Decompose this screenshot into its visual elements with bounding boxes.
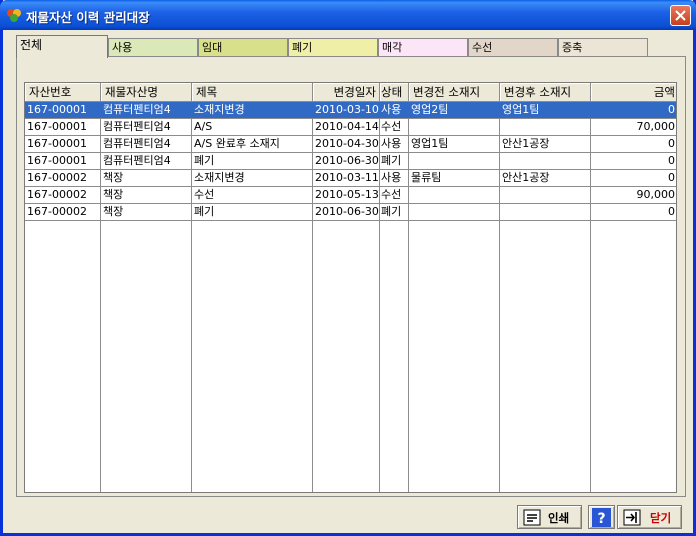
cell-location-after: [500, 119, 591, 135]
cell-asset-name: 책장: [103, 188, 124, 201]
cell-asset-no: 167-00002: [27, 171, 87, 184]
cell-amount: 0: [668, 205, 675, 218]
table-row[interactable]: 167-00001 컴퓨터펜티엄4 A/S 완료후 소재지 2010-04-30…: [25, 136, 676, 153]
cell-asset-name: 컴퓨터펜티엄4: [103, 154, 171, 167]
tab-all[interactable]: 전체: [16, 35, 108, 58]
cell-change-date: 2010-03-10: [315, 103, 379, 116]
column-header-amount[interactable]: 금액: [591, 83, 676, 102]
cell-amount: 90,000: [636, 188, 676, 201]
cell-amount: 0: [668, 137, 675, 150]
table-row[interactable]: 167-00001 컴퓨터펜티엄4 폐기 2010-06-30 폐기 0: [25, 153, 676, 170]
table-row[interactable]: 167-00001 컴퓨터펜티엄4 A/S 2010-04-14 수선 70,0…: [25, 119, 676, 136]
printer-icon: [523, 509, 541, 526]
print-button[interactable]: 인쇄: [517, 505, 582, 529]
cell-title: 소재지변경: [194, 171, 245, 184]
cell-amount: 0: [668, 154, 675, 167]
cell-location-before: 물류팀: [411, 171, 442, 184]
cell-status: 사용: [381, 137, 402, 150]
cell-location-after: 안산1공장: [502, 137, 550, 150]
cell-status: 수선: [381, 188, 402, 201]
cell-change-date: 2010-06-30: [315, 154, 379, 167]
close-button[interactable]: 닫기: [617, 505, 682, 529]
exit-icon: [623, 509, 641, 526]
tab-extension[interactable]: 증축: [558, 38, 648, 57]
cell-change-date: 2010-03-11: [315, 171, 379, 184]
column-header-change-date[interactable]: 변경일자: [313, 83, 380, 102]
cell-status: 폐기: [381, 154, 402, 167]
tab-rent[interactable]: 임대: [198, 38, 288, 57]
print-label: 인쇄: [548, 511, 570, 525]
cell-asset-name: 컴퓨터펜티엄4: [103, 137, 171, 150]
window-title: 재물자산 이력 관리대장: [26, 10, 150, 25]
cell-asset-name: 책장: [103, 205, 124, 218]
cell-location-before: [409, 204, 500, 220]
cell-asset-no: 167-00001: [27, 137, 87, 150]
cell-location-after: 안산1공장: [502, 171, 550, 184]
cell-status: 사용: [381, 103, 402, 116]
cell-title: 소재지변경: [194, 103, 245, 116]
cell-asset-no: 167-00001: [27, 154, 87, 167]
cell-location-before: [409, 119, 500, 135]
cell-title: A/S: [194, 120, 213, 133]
table-row[interactable]: 167-00002 책장 폐기 2010-06-30 폐기 0: [25, 204, 676, 221]
cell-status: 폐기: [381, 205, 402, 218]
cell-asset-name: 컴퓨터펜티엄4: [103, 120, 171, 133]
cell-asset-no: 167-00002: [27, 188, 87, 201]
cell-location-before: 영업2팀: [411, 103, 449, 116]
cell-asset-name: 컴퓨터펜티엄4: [103, 103, 171, 116]
cell-location-before: 영업1팀: [411, 137, 449, 150]
column-header-location-after[interactable]: 변경후 소재지: [500, 83, 591, 102]
history-table[interactable]: 자산번호 재물자산명 제목 변경일자 상태 변경전 소재지 변경후 소재지 금액…: [24, 82, 677, 493]
column-header-asset-name[interactable]: 재물자산명: [101, 83, 192, 102]
cell-amount: 0: [668, 171, 675, 184]
app-icon: [7, 9, 21, 22]
cell-change-date: 2010-04-30: [315, 137, 379, 150]
main-window: 재물자산 이력 관리대장 전체 사용 임대 폐기 매각 수선 증축 자산번호 재…: [0, 0, 696, 536]
cell-asset-name: 책장: [103, 171, 124, 184]
cell-location-before: [409, 153, 500, 169]
table-row[interactable]: 167-00002 책장 수선 2010-05-13 수선 90,000: [25, 187, 676, 204]
cell-title: 폐기: [194, 154, 215, 167]
table-row[interactable]: 167-00001 컴퓨터펜티엄4 소재지변경 2010-03-10 사용 영업…: [25, 102, 676, 119]
cell-asset-no: 167-00001: [27, 120, 87, 133]
cell-asset-no: 167-00001: [27, 103, 87, 116]
help-icon: ?: [592, 508, 611, 527]
cell-location-before: [409, 187, 500, 203]
cell-amount: 0: [668, 103, 675, 116]
column-header-location-before[interactable]: 변경전 소재지: [409, 83, 500, 102]
cell-status: 사용: [381, 171, 402, 184]
column-header-asset-no[interactable]: 자산번호: [25, 83, 101, 102]
help-button[interactable]: ?: [588, 505, 615, 529]
table-row[interactable]: 167-00002 책장 소재지변경 2010-03-11 사용 물류팀 안산1…: [25, 170, 676, 187]
cell-change-date: 2010-05-13: [315, 188, 379, 201]
column-header-title[interactable]: 제목: [192, 83, 313, 102]
cell-title: 폐기: [194, 205, 215, 218]
cell-status: 수선: [381, 120, 402, 133]
cell-title: A/S 완료후 소재지: [194, 137, 280, 150]
title-bar[interactable]: 재물자산 이력 관리대장: [0, 0, 696, 30]
cell-location-after: [500, 204, 591, 220]
cell-asset-no: 167-00002: [27, 205, 87, 218]
column-header-status[interactable]: 상태: [380, 83, 409, 102]
close-label: 닫기: [650, 511, 672, 525]
cell-change-date: 2010-06-30: [315, 205, 379, 218]
tab-repair[interactable]: 수선: [468, 38, 558, 57]
svg-text:?: ?: [597, 511, 605, 527]
cell-location-after: [500, 187, 591, 203]
cell-location-after: 영업1팀: [502, 103, 540, 116]
window-close-button[interactable]: [670, 5, 691, 26]
cell-change-date: 2010-04-14: [315, 120, 379, 133]
tab-disposal[interactable]: 폐기: [288, 38, 378, 57]
close-icon: [675, 10, 686, 21]
cell-title: 수선: [194, 188, 215, 201]
tab-bar: 전체 사용 임대 폐기 매각 수선 증축: [16, 35, 648, 58]
tab-sale[interactable]: 매각: [378, 38, 468, 57]
tab-use[interactable]: 사용: [108, 38, 198, 57]
cell-location-after: [500, 153, 591, 169]
cell-amount: 70,000: [636, 120, 676, 133]
